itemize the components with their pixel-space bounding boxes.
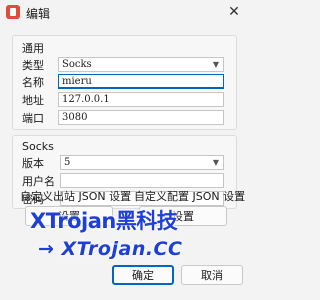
- type-label: 类型: [22, 59, 44, 72]
- general-group: 通用 类型 Socks ▼ 名称 mieru 地址 127.0.0.1 端口 3…: [12, 35, 237, 130]
- address-input[interactable]: 127.0.0.1: [58, 92, 224, 107]
- version-select[interactable]: 5 ▼: [60, 155, 224, 170]
- window-title: 编辑: [26, 7, 51, 21]
- version-label: 版本: [22, 157, 44, 170]
- username-input[interactable]: [60, 173, 224, 188]
- watermark-title: XTrojan黑科技: [30, 209, 178, 233]
- config-json-label: 自定义配置 JSON 设置: [134, 190, 246, 203]
- address-label: 地址: [22, 94, 44, 107]
- chevron-down-icon: ▼: [212, 158, 219, 167]
- type-select[interactable]: Socks ▼: [58, 57, 224, 72]
- type-select-value: Socks: [62, 59, 92, 70]
- edit-app-icon: [6, 5, 20, 19]
- port-label: 端口: [22, 112, 44, 125]
- outbound-json-label: 自定义出站 JSON 设置: [20, 190, 132, 203]
- watermark-url: → XTrojan.CC: [38, 238, 183, 260]
- name-label: 名称: [22, 76, 44, 89]
- username-label: 用户名: [22, 175, 55, 188]
- general-group-title: 通用: [22, 42, 44, 55]
- cancel-button[interactable]: 取消: [181, 265, 243, 285]
- close-icon[interactable]: ✕: [217, 0, 251, 24]
- chevron-down-icon: ▼: [212, 60, 219, 69]
- version-select-value: 5: [64, 157, 71, 168]
- socks-group-title: Socks: [22, 140, 54, 153]
- title-bar: 编辑 ✕: [0, 0, 251, 24]
- port-input[interactable]: 3080: [58, 110, 224, 125]
- name-input[interactable]: mieru: [58, 74, 224, 89]
- ok-button[interactable]: 确定: [112, 265, 174, 285]
